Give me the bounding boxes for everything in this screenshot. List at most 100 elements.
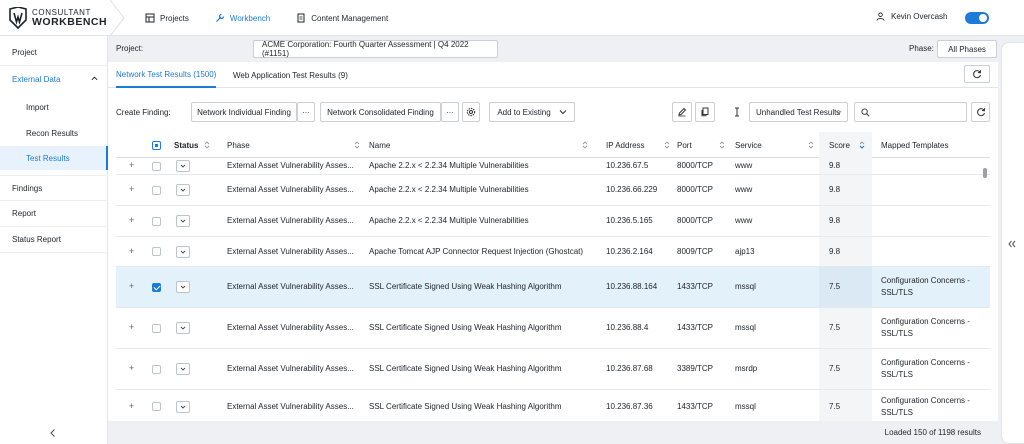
column-label: IP Address — [606, 140, 645, 150]
nav-content-management[interactable]: Content Management — [296, 0, 388, 36]
template-line: SSL/TLS — [881, 329, 914, 338]
column-header-ip-address[interactable]: IP Address — [606, 132, 645, 158]
name-cell: Apache 2.2.x < 2.2.34 Multiple Vulnerabi… — [369, 185, 529, 194]
phase-selector[interactable]: All Phases — [937, 40, 997, 58]
refresh-results-button[interactable] — [971, 102, 990, 122]
status-dropdown[interactable] — [176, 175, 190, 205]
sort-descending-icon[interactable] — [859, 140, 865, 150]
select-all-checkbox[interactable] — [152, 132, 161, 158]
chevron-down-icon — [180, 188, 186, 192]
row-checkbox[interactable] — [152, 267, 161, 307]
nav-projects[interactable]: Projects — [145, 0, 189, 36]
status-dropdown[interactable] — [176, 158, 190, 174]
project-selector[interactable]: ACME Corporation: Fourth Quarter Assessm… — [253, 40, 498, 58]
table-row[interactable]: + External Asset Vulnerability Asses... Ap… — [116, 175, 990, 206]
expand-row-icon[interactable]: + — [129, 175, 134, 205]
edit-button[interactable] — [672, 102, 692, 122]
row-checkbox[interactable] — [152, 349, 161, 389]
table-row[interactable]: + External Asset Vulnerability Asses... Ap… — [116, 158, 990, 175]
row-checkbox[interactable] — [152, 308, 161, 348]
column-label: Service — [735, 140, 762, 150]
sort-icon[interactable] — [719, 140, 725, 150]
status-dropdown[interactable] — [176, 390, 190, 423]
column-header-port[interactable]: Port — [677, 132, 692, 158]
name-cell: SSL Certificate Signed Using Weak Hashin… — [369, 323, 562, 332]
individual-more-button[interactable]: ··· — [297, 102, 315, 122]
logo[interactable]: CONSULTANT WORKBENCH — [9, 7, 107, 29]
consolidated-more-button[interactable]: ··· — [441, 102, 459, 122]
refresh-tab-button[interactable] — [964, 65, 990, 83]
expand-row-icon[interactable]: + — [129, 158, 134, 174]
project-value: ACME Corporation: Fourth Quarter Assessm… — [262, 40, 469, 58]
column-header-name[interactable]: Name — [369, 132, 390, 158]
chevron-down-icon — [180, 405, 186, 409]
network-consolidated-finding-button[interactable]: Network Consolidated Finding — [320, 102, 441, 122]
score-cell: 9.8 — [829, 185, 841, 194]
header-divider-chevron — [109, 0, 125, 36]
sidebar-item-external-data[interactable]: External Data — [0, 66, 108, 92]
row-checkbox[interactable] — [152, 158, 161, 174]
expand-row-icon[interactable]: + — [129, 308, 134, 348]
score-cell: 9.8 — [829, 161, 841, 170]
column-width-button[interactable] — [727, 102, 747, 122]
ip-address-cell: 10.236.5.165 — [606, 216, 653, 225]
sidebar-item-status-report[interactable]: Status Report — [0, 227, 108, 253]
network-individual-finding-button[interactable]: Network Individual Finding — [191, 102, 297, 122]
logo-line2: WORKBENCH — [32, 15, 108, 28]
column-header-phase[interactable]: Phase — [227, 132, 250, 158]
table-row[interactable]: + External Asset Vulnerability Asses... SS… — [116, 308, 990, 349]
sidebar-item-project[interactable]: Project — [0, 40, 108, 66]
sidebar-item-test-results[interactable]: Test Results — [0, 146, 108, 170]
sort-icon[interactable] — [354, 140, 360, 150]
add-to-existing-button[interactable]: Add to Existing — [489, 102, 575, 122]
table-scrollbar-thumb[interactable] — [983, 168, 987, 178]
sidebar-item-recon-results[interactable]: Recon Results — [0, 120, 108, 146]
column-header-mapped-templates[interactable]: Mapped Templates — [881, 132, 948, 158]
settings-button[interactable] — [462, 102, 480, 122]
sort-icon[interactable] — [808, 140, 814, 150]
main-nav: Projects Workbench Content Management — [145, 0, 414, 36]
row-checkbox[interactable] — [152, 237, 161, 266]
double-chevron-left-icon[interactable] — [1008, 240, 1016, 248]
sidebar-item-findings[interactable]: Findings — [0, 175, 108, 201]
sort-icon[interactable] — [204, 140, 210, 150]
table-row[interactable]: + External Asset Vulnerability Asses... SS… — [116, 349, 990, 390]
table-row[interactable]: + External Asset Vulnerability Asses... SS… — [116, 390, 990, 424]
status-dropdown[interactable] — [176, 267, 190, 307]
sidebar-item-import[interactable]: Import — [0, 94, 108, 120]
status-dropdown[interactable] — [176, 206, 190, 236]
status-dropdown[interactable] — [176, 349, 190, 389]
row-checkbox[interactable] — [152, 175, 161, 205]
column-label: Name — [369, 140, 391, 150]
collapse-sidebar-icon[interactable] — [48, 428, 58, 438]
test-results-filter[interactable]: Unhandled Test Results — [749, 102, 848, 122]
tab-web-application-test-results[interactable]: Web Application Test Results (9) — [233, 62, 348, 88]
copy-button[interactable] — [695, 102, 715, 122]
status-dropdown[interactable] — [176, 237, 190, 266]
service-cell: ajp13 — [735, 246, 755, 256]
sort-icon[interactable] — [664, 140, 670, 150]
column-header-status[interactable]: Status — [174, 132, 198, 158]
row-checkbox[interactable] — [152, 206, 161, 236]
row-checkbox[interactable] — [152, 390, 161, 423]
table-row[interactable]: + External Asset Vulnerability Asses... SS… — [116, 267, 990, 308]
column-header-service[interactable]: Service — [735, 132, 762, 158]
user-menu[interactable]: Kevin Overcash — [876, 12, 947, 21]
expand-row-icon[interactable]: + — [129, 349, 134, 389]
expand-row-icon[interactable]: + — [129, 237, 134, 266]
sidebar-item-report[interactable]: Report — [0, 201, 108, 227]
nav-workbench[interactable]: Workbench — [215, 0, 270, 36]
search-input[interactable] — [854, 102, 967, 122]
expand-row-icon[interactable]: + — [129, 390, 134, 423]
expand-row-icon[interactable]: + — [129, 206, 134, 236]
theme-toggle[interactable] — [965, 12, 989, 24]
status-dropdown[interactable] — [176, 308, 190, 348]
main-panel: Network Test Results (1500) Web Applicat… — [108, 62, 998, 444]
tab-network-test-results[interactable]: Network Test Results (1500) — [116, 62, 217, 88]
expand-row-icon[interactable]: + — [129, 267, 134, 307]
table-row[interactable]: + External Asset Vulnerability Asses... Ap… — [116, 237, 990, 267]
template-line: Configuration Concerns - — [881, 358, 970, 367]
table-row[interactable]: + External Asset Vulnerability Asses... Ap… — [116, 206, 990, 237]
sort-icon[interactable] — [582, 140, 588, 150]
column-header-score[interactable]: Score — [829, 132, 850, 158]
